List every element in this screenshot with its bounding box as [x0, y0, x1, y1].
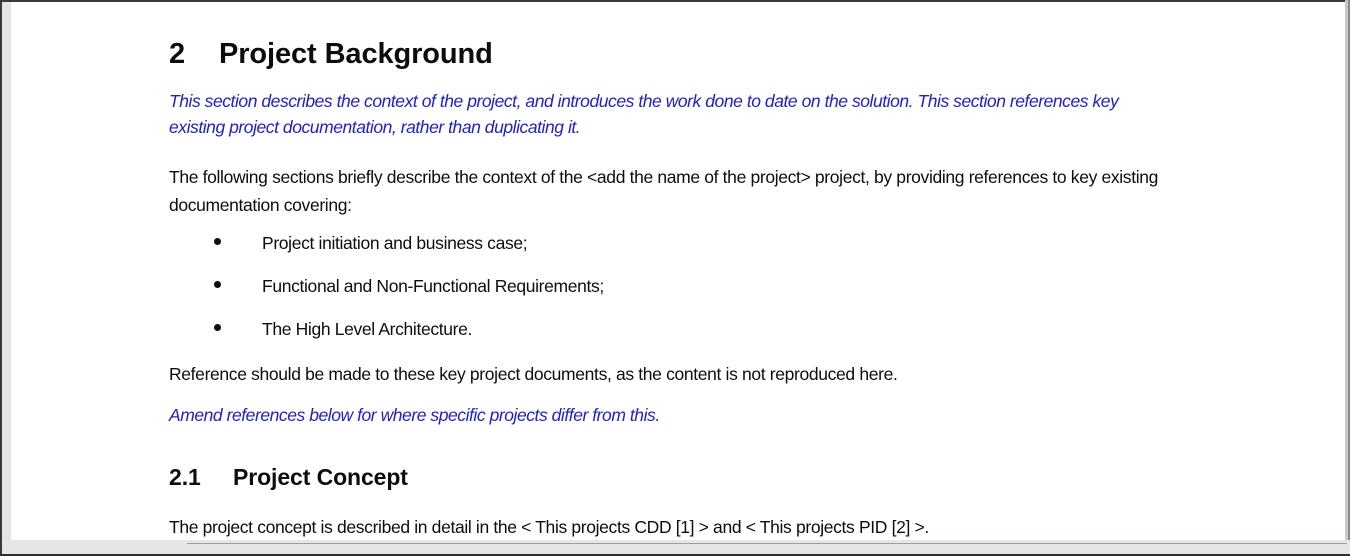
heading-1-title: Project Background — [219, 38, 493, 70]
heading-2-number: 2.1 — [169, 464, 201, 490]
heading-project-concept: 2.1 Project Concept — [169, 464, 408, 491]
paragraph-context-intro: The following sections briefly describe … — [169, 167, 1159, 215]
list-item-label: Project initiation and business case; — [262, 233, 528, 253]
list-item-label: Functional and Non-Functional Requiremen… — [262, 276, 604, 296]
page-sheet: 2 Project Background This section describ… — [11, 2, 1345, 540]
scrollbar-track-rule — [187, 543, 1347, 544]
list-item-label: The High Level Architecture. — [262, 319, 473, 339]
reference-bullet-list: Project initiation and business case; Fu… — [169, 232, 1069, 361]
paragraph-reference-note: Reference should be made to these key pr… — [169, 364, 898, 384]
bullet-icon — [214, 281, 221, 288]
paragraph-project-concept: The project concept is described in deta… — [169, 517, 929, 537]
list-item: Functional and Non-Functional Requiremen… — [169, 275, 1069, 318]
heading-1-number: 2 — [169, 38, 186, 70]
bullet-icon — [214, 324, 221, 331]
list-item: The High Level Architecture. — [169, 318, 1069, 361]
guidance-text-2: Amend references below for where specifi… — [169, 405, 660, 425]
document-window: 2 Project Background This section describ… — [0, 0, 1350, 556]
list-item: Project initiation and business case; — [169, 232, 1069, 275]
heading-2-title: Project Concept — [233, 464, 408, 490]
bullet-icon — [214, 238, 221, 245]
heading-project-background: 2 Project Background — [169, 38, 493, 71]
page-gutter-left — [2, 2, 11, 556]
guidance-text-1: This section describes the context of th… — [169, 91, 1119, 137]
